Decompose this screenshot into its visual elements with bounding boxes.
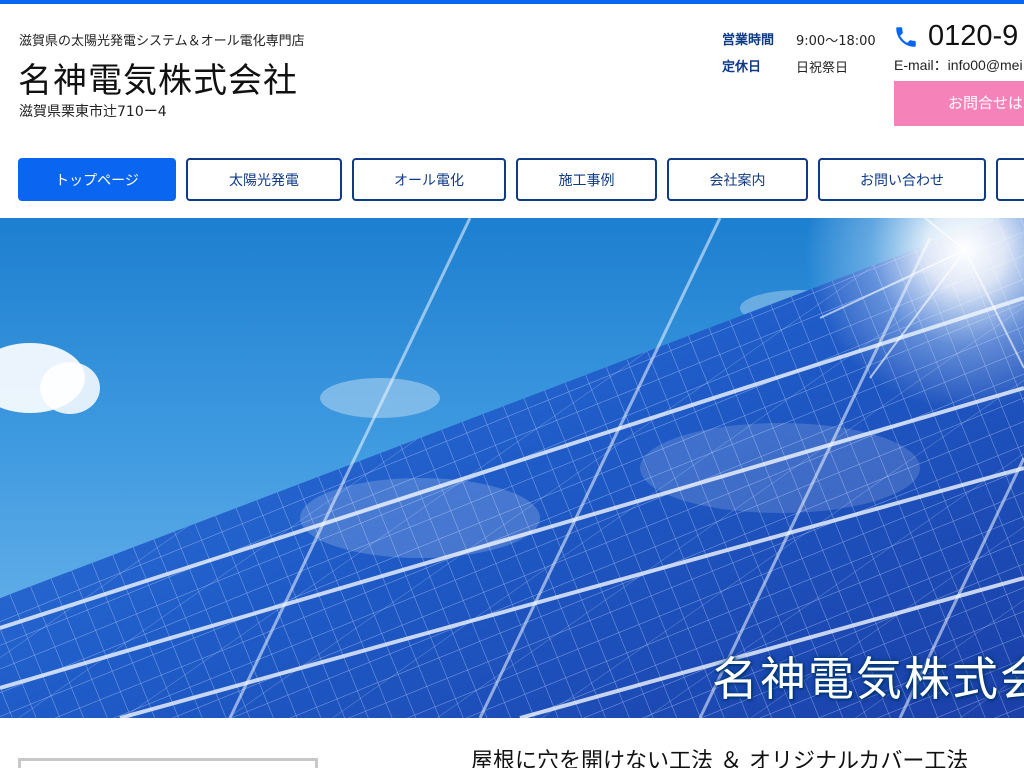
site-tagline: 滋賀県の太陽光発電システム＆オール電化専門店 [19,34,305,49]
company-logo[interactable]: 名神電気株式会社 [18,53,298,102]
company-address: 滋賀県栗東市辻710ー4 [19,104,167,120]
contact-button[interactable]: お問合せは [894,81,1024,126]
holiday-value: 日祝祭日 [796,61,849,76]
main-nav: トップページ 太陽光発電 オール電化 施工事例 会社案内 お問い合わせ [0,158,1024,202]
nav-item-company[interactable]: 会社案内 [667,158,808,201]
hours-label: 営業時間 [722,33,775,48]
hero-banner: 名神電気株式会 [0,218,1024,718]
nav-item-more[interactable] [996,158,1024,201]
hours-value: 9:00〜18:00 [796,34,876,49]
nav-item-contact[interactable]: お問い合わせ [818,158,986,201]
email-address[interactable]: E-mail：info00@mei [894,55,1023,75]
content-area: 屋根に穴を開けない工法 ＆ オリジナルカバー工法 [0,718,1024,768]
section-heading: 屋根に穴を開けない工法 ＆ オリジナルカバー工法 [471,749,969,768]
sidebar-box [18,758,318,768]
site-header: 滋賀県の太陽光発電システム＆オール電化専門店 名神電気株式会社 滋賀県栗東市辻7… [0,4,1024,218]
holiday-label: 定休日 [722,60,762,75]
nav-item-all-electric[interactable]: オール電化 [352,158,506,201]
nav-item-solar[interactable]: 太陽光発電 [186,158,342,201]
nav-item-cases[interactable]: 施工事例 [516,158,657,201]
nav-item-top[interactable]: トップページ [18,158,176,201]
hero-title: 名神電気株式会 [712,652,1024,706]
phone-icon [896,27,916,47]
phone-number-text: 0120-9 [928,20,1019,52]
